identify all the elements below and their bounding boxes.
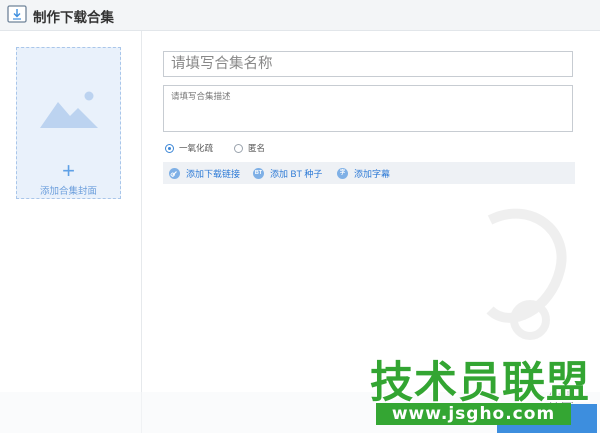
radio-checked-icon[interactable]	[165, 143, 174, 153]
cover-panel: + 添加合集封面	[0, 31, 142, 433]
link-icon	[169, 168, 180, 179]
faded-watermark-graphic	[486, 208, 567, 340]
radio-label: 一氧化疏	[179, 143, 214, 153]
collection-description-input[interactable]	[163, 85, 573, 132]
radio-option-anonymous[interactable]: 匿名	[234, 142, 265, 154]
subtitle-icon: 字	[337, 168, 348, 179]
watermark-logo-text: 技术员联盟	[370, 358, 590, 408]
add-download-link-button[interactable]: 添加下载链接	[169, 167, 240, 180]
bt-icon: BT	[253, 168, 264, 179]
visibility-options: 一氧化疏 匿名	[165, 142, 265, 154]
action-label: 添加下载链接	[186, 169, 241, 179]
add-bt-torrent-button[interactable]: BT 添加 BT 种子	[253, 167, 322, 180]
plus-icon: +	[62, 158, 75, 183]
add-resource-toolbar: 添加下载链接 BT 添加 BT 种子 字 添加字幕	[163, 162, 575, 184]
action-label: 添加 BT 种子	[270, 169, 323, 179]
add-cover-label: 添加合集封面	[39, 186, 97, 197]
radio-unchecked-icon[interactable]	[234, 143, 244, 153]
collection-name-input[interactable]	[163, 51, 573, 77]
radio-label: 匿名	[248, 143, 266, 153]
watermark-url: www.jsgho.com	[376, 403, 571, 425]
dialog-header: 制作下载合集	[0, 0, 600, 31]
dialog-title: 制作下载合集	[33, 10, 114, 25]
download-doc-icon	[7, 5, 27, 23]
add-cover-button[interactable]: + 添加合集封面	[16, 47, 121, 199]
action-label: 添加字幕	[354, 169, 391, 179]
image-placeholder-icon	[40, 91, 98, 128]
radio-option-public[interactable]: 一氧化疏	[165, 142, 213, 154]
add-subtitle-button[interactable]: 字 添加字幕	[337, 167, 390, 180]
